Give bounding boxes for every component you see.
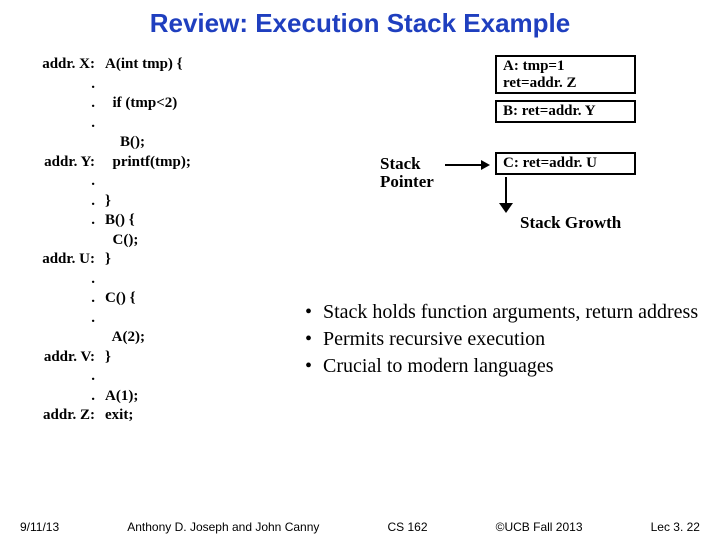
bullet-dot-icon: • (305, 327, 323, 352)
footer-date: 9/11/13 (20, 520, 59, 534)
stack-growth-label: Stack Growth (520, 213, 621, 233)
addr-label: . (20, 289, 105, 309)
code-listing: addr. X:A(int tmp) {.. if (tmp<2). B();a… (20, 55, 300, 426)
code-text: B() { (105, 211, 300, 231)
code-row: . (20, 367, 300, 387)
bullet-item: •Crucial to modern languages (305, 354, 705, 379)
stack-frame-b: B: ret=addr. Y (495, 100, 636, 123)
stack-growth-arrow-icon (499, 177, 513, 213)
addr-label: . (20, 94, 105, 114)
code-row: addr. X:A(int tmp) { (20, 55, 300, 75)
code-row: B(); (20, 133, 300, 153)
addr-label: addr. U: (20, 250, 105, 270)
code-row: . if (tmp<2) (20, 94, 300, 114)
footer-authors: Anthony D. Joseph and John Canny (127, 520, 319, 534)
code-row: addr. Z:exit; (20, 406, 300, 426)
code-row: addr. Y: printf(tmp); (20, 153, 300, 173)
code-row: addr. U:} (20, 250, 300, 270)
stack-frame-c: C: ret=addr. U (495, 152, 636, 175)
addr-label: . (20, 192, 105, 212)
bullet-text: Stack holds function arguments, return a… (323, 300, 705, 325)
bullet-dot-icon: • (305, 354, 323, 379)
code-text: A(1); (105, 387, 300, 407)
code-text: } (105, 192, 300, 212)
footer-lec: Lec 3. 22 (651, 520, 700, 534)
addr-label: addr. Y: (20, 153, 105, 173)
code-text: C(); (105, 231, 300, 251)
code-row: . (20, 114, 300, 134)
addr-label: addr. V: (20, 348, 105, 368)
code-row: .A(1); (20, 387, 300, 407)
stack-pointer-arrow-icon (445, 160, 490, 170)
addr-label: addr. Z: (20, 406, 105, 426)
code-row: addr. V:} (20, 348, 300, 368)
code-text: A(2); (105, 328, 300, 348)
code-row: C(); (20, 231, 300, 251)
addr-label: addr. X: (20, 55, 105, 75)
code-text: A(int tmp) { (105, 55, 300, 75)
addr-label: . (20, 114, 105, 134)
addr-label: . (20, 309, 105, 329)
code-row: . (20, 270, 300, 290)
code-text: if (tmp<2) (105, 94, 300, 114)
code-text: printf(tmp); (105, 153, 300, 173)
bullet-item: •Permits recursive execution (305, 327, 705, 352)
addr-label (20, 328, 105, 348)
code-text: B(); (105, 133, 300, 153)
addr-label (20, 133, 105, 153)
bullet-text: Permits recursive execution (323, 327, 705, 352)
footer-course: CS 162 (387, 520, 427, 534)
bullet-item: •Stack holds function arguments, return … (305, 300, 705, 325)
stack-pointer-label: StackPointer (380, 155, 434, 191)
addr-label: . (20, 172, 105, 192)
addr-label: . (20, 211, 105, 231)
slide-footer: 9/11/13 Anthony D. Joseph and John Canny… (20, 520, 700, 534)
addr-label: . (20, 270, 105, 290)
code-row: A(2); (20, 328, 300, 348)
addr-label: . (20, 75, 105, 95)
code-text (105, 309, 300, 329)
bullet-text: Crucial to modern languages (323, 354, 705, 379)
code-text (105, 172, 300, 192)
bullet-dot-icon: • (305, 300, 323, 325)
code-text: } (105, 250, 300, 270)
bullet-list: •Stack holds function arguments, return … (305, 300, 705, 381)
stack-frame-a: A: tmp=1 ret=addr. Z (495, 55, 636, 94)
code-text: C() { (105, 289, 300, 309)
code-text (105, 270, 300, 290)
code-row: . (20, 75, 300, 95)
code-text: exit; (105, 406, 300, 426)
code-text (105, 75, 300, 95)
footer-copyright: ©UCB Fall 2013 (496, 520, 583, 534)
frame-a-line1: A: tmp=1 (503, 58, 628, 75)
addr-label: . (20, 387, 105, 407)
code-row: .C() { (20, 289, 300, 309)
addr-label: . (20, 367, 105, 387)
code-row: .} (20, 192, 300, 212)
code-row: . (20, 309, 300, 329)
code-row: . (20, 172, 300, 192)
code-text (105, 367, 300, 387)
addr-label (20, 231, 105, 251)
frame-a-line2: ret=addr. Z (503, 75, 628, 92)
code-text (105, 114, 300, 134)
slide-title: Review: Execution Stack Example (0, 0, 720, 39)
code-text: } (105, 348, 300, 368)
code-row: .B() { (20, 211, 300, 231)
